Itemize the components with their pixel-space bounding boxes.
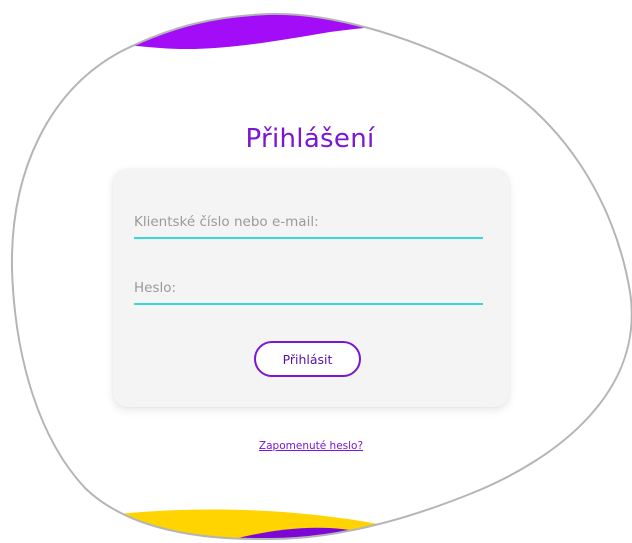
password-input[interactable] <box>134 277 483 305</box>
login-button[interactable]: Přihlásit <box>254 341 361 377</box>
client-number-or-email-input[interactable] <box>134 211 483 239</box>
bottom-yellow-wave <box>11 509 632 540</box>
page-title: Přihlášení <box>245 124 375 154</box>
top-purple-wave <box>11 13 632 50</box>
forgot-password-link[interactable]: Zapomenuté heslo? <box>0 440 622 452</box>
login-card: Přihlásit <box>113 169 509 407</box>
